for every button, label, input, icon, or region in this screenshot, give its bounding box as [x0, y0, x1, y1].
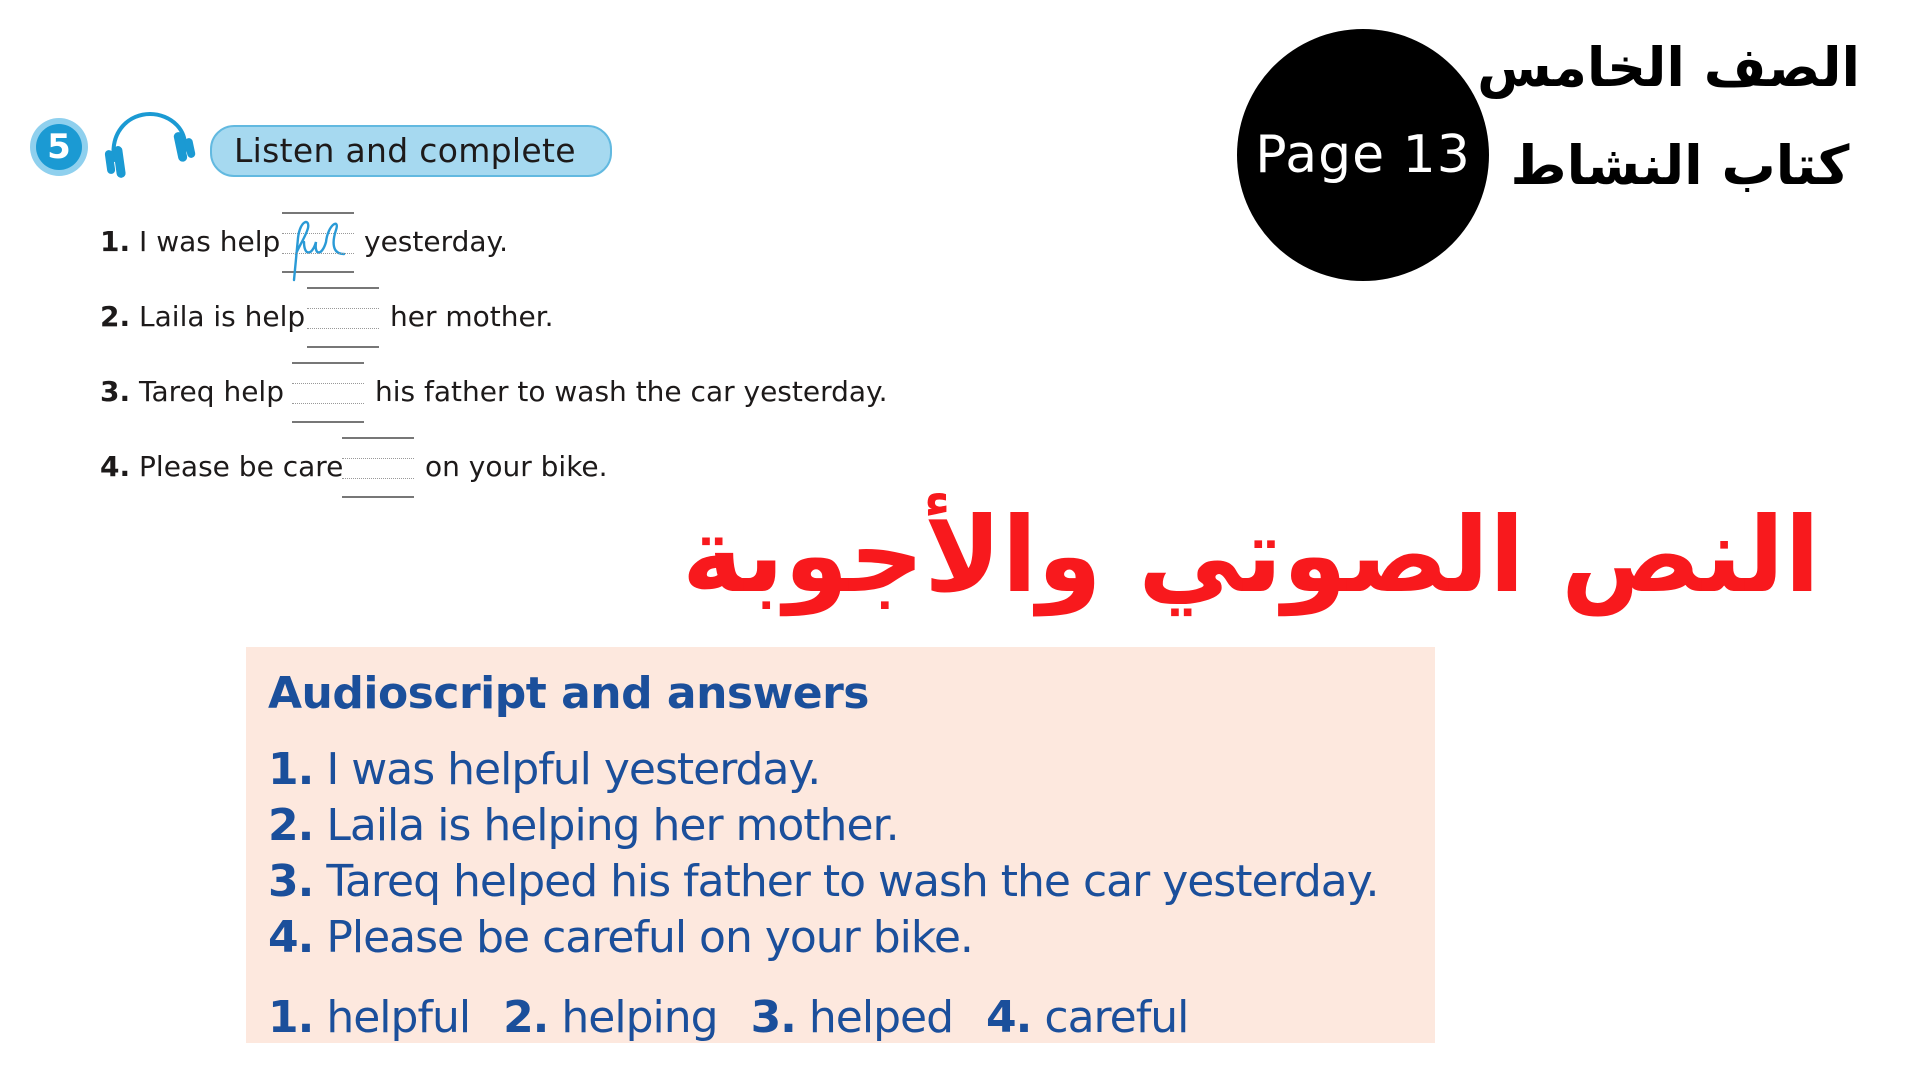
answer-word: helpful	[326, 992, 471, 1043]
line-number: 3.	[268, 856, 314, 907]
line-number: 4.	[268, 912, 314, 963]
exercise-item-2: 2. Laila is help	[100, 297, 305, 337]
item-number: 2.	[100, 300, 131, 333]
answer-number: 2.	[503, 992, 549, 1043]
audioscript-line: 1. I was helpful yesterday.	[268, 742, 821, 798]
line-number: 2.	[268, 800, 314, 851]
answer-box-title: Audioscript and answers	[268, 668, 870, 719]
audioscript-line: 4. Please be careful on your bike.	[268, 910, 974, 966]
exercise-number-badge: 5	[30, 118, 88, 176]
item-text-before: I was help	[139, 225, 281, 258]
item-text-after: her mother.	[390, 300, 554, 333]
audioscript-answers-title-arabic: النص الصوتي والأجوبة	[681, 494, 1820, 616]
item-number: 3.	[100, 375, 131, 408]
exercise-item-3: 3. Tareq help	[100, 372, 284, 412]
instruction-label: Listen and complete	[210, 125, 612, 177]
exercise-item-1: 1. I was help	[100, 222, 280, 262]
exercise-item-4: 4. Please be care	[100, 447, 343, 487]
grade-title: الصف الخامس	[1477, 36, 1860, 99]
handwritten-answer	[292, 220, 346, 282]
line-text: Tareq helped his father to wash the car …	[326, 856, 1379, 907]
line-text: Please be careful on your bike.	[326, 912, 974, 963]
answer-blank-4[interactable]	[342, 437, 414, 498]
answer-blank-2[interactable]	[307, 287, 379, 348]
item-text-before: Please be care	[139, 450, 344, 483]
audioscript-line: 2. Laila is helping her mother.	[268, 798, 900, 854]
line-text: Laila is helping her mother.	[326, 800, 899, 851]
line-number: 1.	[268, 744, 314, 795]
item-text-after: his father to wash the car yesterday.	[375, 375, 888, 408]
answer-number: 4.	[986, 992, 1032, 1043]
answer-word: helped	[808, 992, 954, 1043]
answer-number: 1.	[268, 992, 314, 1043]
book-title: كتاب النشاط	[1510, 134, 1850, 197]
answer-blank-1[interactable]	[282, 212, 354, 282]
answer-word: careful	[1044, 992, 1189, 1043]
line-text: I was helpful yesterday.	[326, 744, 821, 795]
item-text-before: Tareq help	[139, 375, 284, 408]
item-number: 4.	[100, 450, 131, 483]
item-text-after: on your bike.	[425, 450, 608, 483]
page-number-circle: Page 13	[1237, 29, 1489, 281]
answer-number: 3.	[750, 992, 797, 1043]
page-label: Page 13	[1255, 125, 1471, 185]
answer-word: helping	[561, 992, 718, 1043]
item-text-before: Laila is help	[139, 300, 306, 333]
exercise-number: 5	[36, 124, 82, 170]
audioscript-line: 3. Tareq helped his father to wash the c…	[268, 854, 1380, 910]
headphones-icon	[104, 111, 196, 178]
item-text-after: yesterday.	[364, 225, 509, 258]
item-number: 1.	[100, 225, 131, 258]
answer-blank-3[interactable]	[292, 362, 364, 423]
answers-summary: 1. helpful 2. helping 3. helped 4. caref…	[268, 990, 1189, 1046]
